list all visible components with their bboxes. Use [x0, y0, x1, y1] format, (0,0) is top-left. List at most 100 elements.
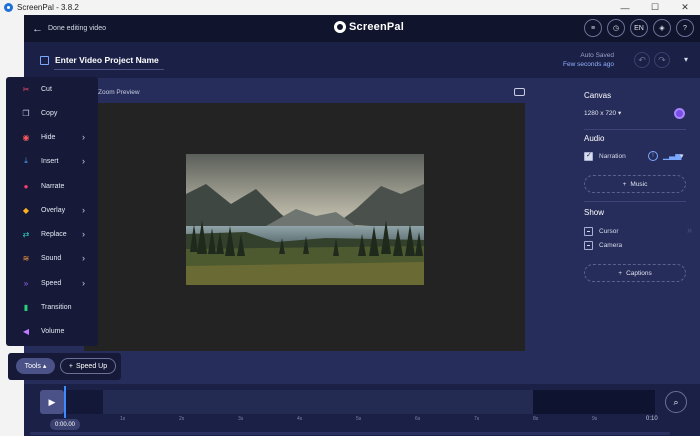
music-label: Music [630, 180, 648, 188]
menu-item-label: Insert [41, 157, 59, 165]
scissors-icon: ✂ [22, 84, 30, 94]
more-chevron-icon[interactable]: ▾ [684, 55, 688, 64]
undo-icon[interactable]: ↶ [634, 52, 650, 68]
narration-dropdown-icon[interactable]: ▾ [680, 152, 684, 160]
project-name: Enter Video Project Name [55, 55, 159, 65]
menu-item-transition[interactable]: ▮ Transition [6, 297, 98, 317]
zoom-preview-label[interactable]: Zoom Preview [98, 89, 140, 96]
screenpal-app-icon [4, 3, 13, 12]
done-editing-label: Done editing video [48, 25, 106, 32]
play-icon: ▶ [48, 396, 56, 407]
insert-icon: ⤓ [24, 156, 28, 165]
close-button[interactable]: ✕ [670, 0, 700, 15]
play-button[interactable]: ▶ [40, 390, 64, 414]
narration-checkbox[interactable] [584, 151, 593, 161]
add-music-button[interactable]: + Music [584, 175, 686, 193]
chevron-right-icon: › [82, 132, 85, 142]
copy-icon: ❐ [22, 108, 30, 118]
plus-icon: + [618, 269, 623, 277]
audio-heading: Audio [584, 134, 605, 143]
language-button[interactable]: EN [630, 19, 648, 37]
playhead[interactable] [64, 386, 66, 418]
canvas-color-swatch[interactable] [674, 108, 685, 119]
menu-item-copy[interactable]: ❐ Copy [6, 103, 98, 123]
app-header: ← Done editing video ScreenPal ≡ ◷ EN ◈ … [24, 15, 700, 42]
menu-item-label: Copy [41, 109, 58, 117]
eye-icon: ◉ [22, 132, 30, 142]
menu-item-speed[interactable]: » Speed › [6, 273, 98, 293]
timeline-zoom-button[interactable]: ⌕ [665, 391, 687, 413]
menu-item-cut[interactable]: ✂ Cut [6, 79, 98, 99]
tick-label: 3s [238, 416, 244, 422]
camera-label: Camera [599, 242, 623, 249]
tools-menu: ✂ Cut ❐ Copy ◉ Hide › ⤓ Insert › ● Narra… [6, 77, 98, 346]
menu-item-label: Sound [41, 254, 62, 262]
replace-icon: ⇄ [22, 229, 30, 239]
menu-item-narrate[interactable]: ● Narrate [6, 176, 98, 196]
menu-item-label: Speed [41, 279, 62, 287]
chevron-right-icon: › [82, 205, 85, 215]
menu-item-overlay[interactable]: ◆ Overlay › [6, 200, 98, 220]
layers-settings-icon[interactable]: ◈ [653, 19, 671, 37]
tick-label: 8s [533, 416, 539, 422]
chevron-down-icon: ▾ [617, 110, 622, 117]
menu-item-insert[interactable]: ⤓ Insert › [6, 151, 98, 171]
landscape-image [186, 154, 424, 285]
window-controls: — ☐ ✕ [610, 0, 700, 15]
tools-label: Tools [24, 362, 41, 370]
camera-checkbox[interactable] [584, 241, 593, 250]
plus-icon: + [68, 362, 73, 370]
project-name-field[interactable]: Enter Video Project Name [40, 55, 159, 65]
checklist-icon[interactable]: ≡ [584, 19, 602, 37]
tick-label: 5s [356, 416, 362, 422]
chevron-right-icon: › [82, 253, 85, 263]
menu-item-label: Transition [41, 303, 72, 311]
minimize-button[interactable]: — [610, 0, 640, 15]
collapse-panel-icon[interactable]: » [687, 225, 692, 235]
screenshot-camera-icon[interactable] [514, 88, 525, 96]
redo-icon[interactable]: ↷ [654, 52, 670, 68]
audio-level-icon[interactable]: ▁▃▅ [663, 151, 681, 160]
logo-text: ScreenPal [349, 21, 405, 33]
speed-up-button[interactable]: + Speed Up [60, 358, 116, 374]
narration-label: Narration [599, 153, 626, 160]
tick-label: 7s [474, 416, 480, 422]
history-icon[interactable]: ◷ [607, 19, 625, 37]
project-name-underline [54, 69, 164, 70]
speed-icon: » [23, 278, 29, 288]
menu-item-label: Volume [41, 327, 65, 335]
menu-item-hide[interactable]: ◉ Hide › [6, 127, 98, 147]
autosave-status: Auto Saved Few seconds ago [563, 51, 614, 69]
tick-label: 4s [297, 416, 303, 422]
chevron-right-icon: › [82, 156, 85, 166]
layers-icon: ◆ [22, 205, 30, 215]
menu-item-replace[interactable]: ⇄ Replace › [6, 224, 98, 244]
timeline-scrollbar[interactable] [30, 432, 670, 435]
video-frame [186, 154, 424, 285]
info-icon[interactable]: ! [648, 151, 658, 161]
waveform-icon: ≋ [22, 253, 30, 263]
screenpal-logo: ScreenPal [334, 21, 404, 33]
microphone-icon: ● [23, 181, 29, 191]
tick-label: 9s [592, 416, 598, 422]
add-captions-button[interactable]: + Captions [584, 264, 686, 282]
cursor-checkbox[interactable] [584, 227, 593, 236]
chevron-right-icon: › [82, 229, 85, 239]
done-editing-button[interactable]: ← Done editing video [32, 23, 106, 35]
chevron-right-icon: › [82, 278, 85, 288]
current-time: 0:00.00 [50, 419, 80, 430]
help-button[interactable]: ? [676, 19, 694, 37]
tools-button[interactable]: Tools ▴ [16, 358, 55, 374]
volume-icon: ◀ [22, 326, 30, 336]
tick-label: 2s [179, 416, 185, 422]
header-actions: ≡ ◷ EN ◈ ? [584, 19, 694, 37]
menu-item-label: Narrate [41, 182, 65, 190]
menu-item-sound[interactable]: ≋ Sound › [6, 248, 98, 268]
show-heading: Show [584, 208, 605, 217]
maximize-button[interactable]: ☐ [640, 0, 670, 15]
resolution-select[interactable]: 1280 x 720 ▾ [584, 109, 621, 117]
cursor-label: Cursor [599, 228, 619, 235]
menu-item-volume[interactable]: ◀ Volume [6, 321, 98, 341]
canvas-heading: Canvas [584, 91, 612, 100]
logo-mark-icon [334, 21, 346, 33]
